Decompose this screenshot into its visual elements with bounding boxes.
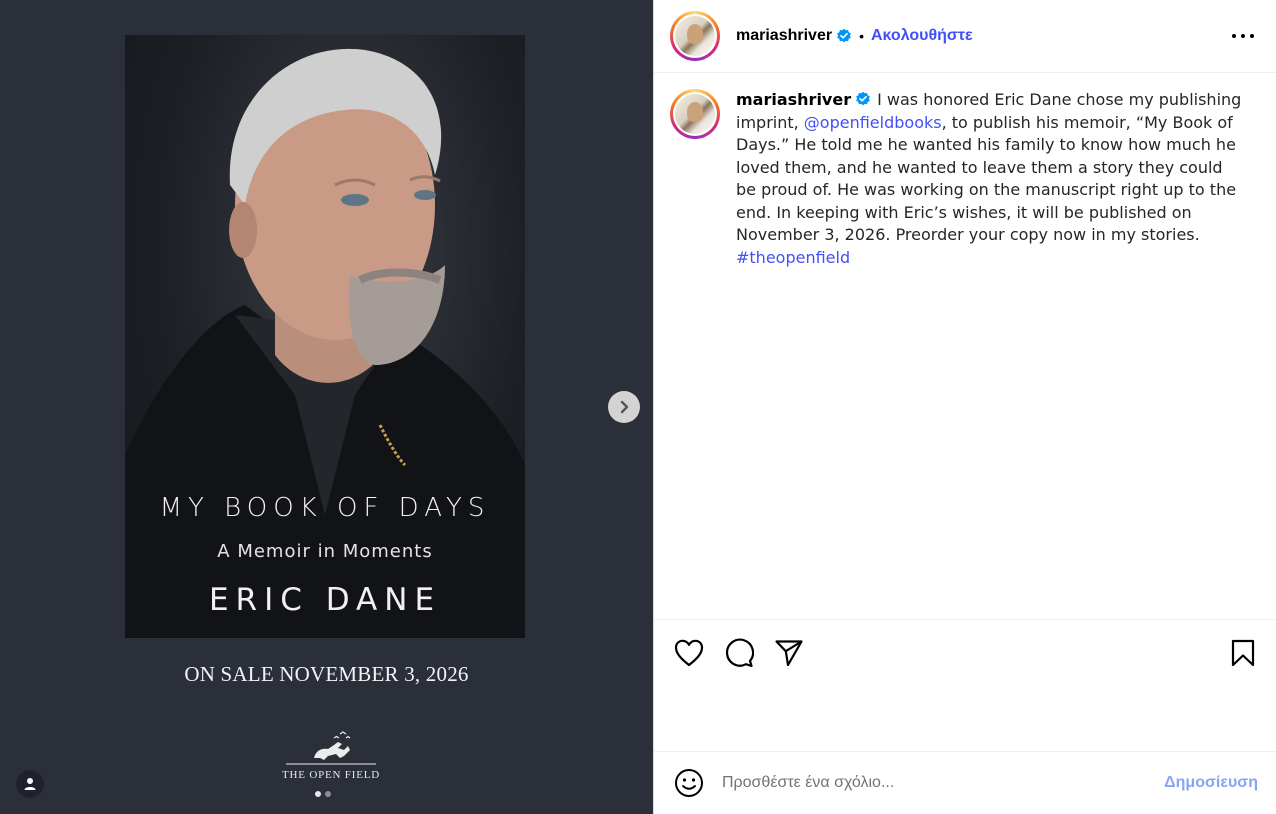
instagram-post: MY BOOK OF DAYS A Memoir in Moments ERIC… <box>0 0 1276 814</box>
publisher-logo-text: THE OPEN FIELD <box>282 769 380 781</box>
caption-section: mariashriver I was honored Eric Dane cho… <box>654 73 1276 619</box>
post-media: MY BOOK OF DAYS A Memoir in Moments ERIC… <box>0 0 653 814</box>
heart-icon <box>674 639 704 667</box>
carousel-dot-active <box>315 791 321 797</box>
comment-bar: Δημοσίευση <box>654 751 1276 814</box>
chevron-right-icon <box>620 400 629 414</box>
post-comment-button[interactable]: Δημοσίευση <box>1164 774 1258 792</box>
share-button[interactable] <box>772 636 806 670</box>
caption-username[interactable]: mariashriver <box>736 90 851 109</box>
post-actions <box>654 619 1276 751</box>
tagged-users-button[interactable] <box>16 770 44 798</box>
carousel-indicator <box>315 791 331 797</box>
comment-button[interactable] <box>722 636 756 670</box>
horse-logo-icon <box>286 731 376 765</box>
book-title: MY BOOK OF DAYS <box>159 493 491 523</box>
comment-icon <box>725 638 754 668</box>
follow-button[interactable]: Ακολουθήστε <box>871 27 973 45</box>
hashtag-link[interactable]: #theopenfield <box>736 248 850 267</box>
carousel-dot <box>325 791 331 797</box>
verified-badge-icon <box>856 91 870 106</box>
post-side-panel: mariashriver • Ακολουθήστε mariashriver … <box>653 0 1276 814</box>
header-separator: • <box>859 28 864 44</box>
save-button[interactable] <box>1226 636 1260 670</box>
header-username[interactable]: mariashriver <box>736 27 832 45</box>
like-button[interactable] <box>672 636 706 670</box>
emoji-icon[interactable] <box>674 768 704 798</box>
share-icon <box>775 640 803 667</box>
caption-avatar[interactable] <box>670 89 720 139</box>
comment-input[interactable] <box>722 774 1122 792</box>
avatar[interactable] <box>670 11 720 61</box>
book-author: ERIC DANE <box>208 582 442 618</box>
carousel-next-button[interactable] <box>608 391 640 423</box>
book-subtitle: A Memoir in Moments <box>217 541 433 562</box>
post-header: mariashriver • Ακολουθήστε <box>654 0 1276 73</box>
more-options-icon[interactable] <box>1232 26 1254 46</box>
caption-body-2: , to publish his memoir, “My Book of Day… <box>736 112 1237 245</box>
bookmark-icon <box>1231 639 1255 667</box>
verified-badge-icon <box>837 28 851 43</box>
on-sale-text: ON SALE NOVEMBER 3, 2026 <box>184 662 469 686</box>
caption-text: mariashriver I was honored Eric Dane cho… <box>736 89 1246 619</box>
mention-link[interactable]: @openfieldbooks <box>804 113 942 132</box>
user-tag-icon <box>24 778 36 790</box>
book-cover-image: MY BOOK OF DAYS A Memoir in Moments ERIC… <box>125 35 525 638</box>
publisher-logo: THE OPEN FIELD <box>276 728 386 781</box>
